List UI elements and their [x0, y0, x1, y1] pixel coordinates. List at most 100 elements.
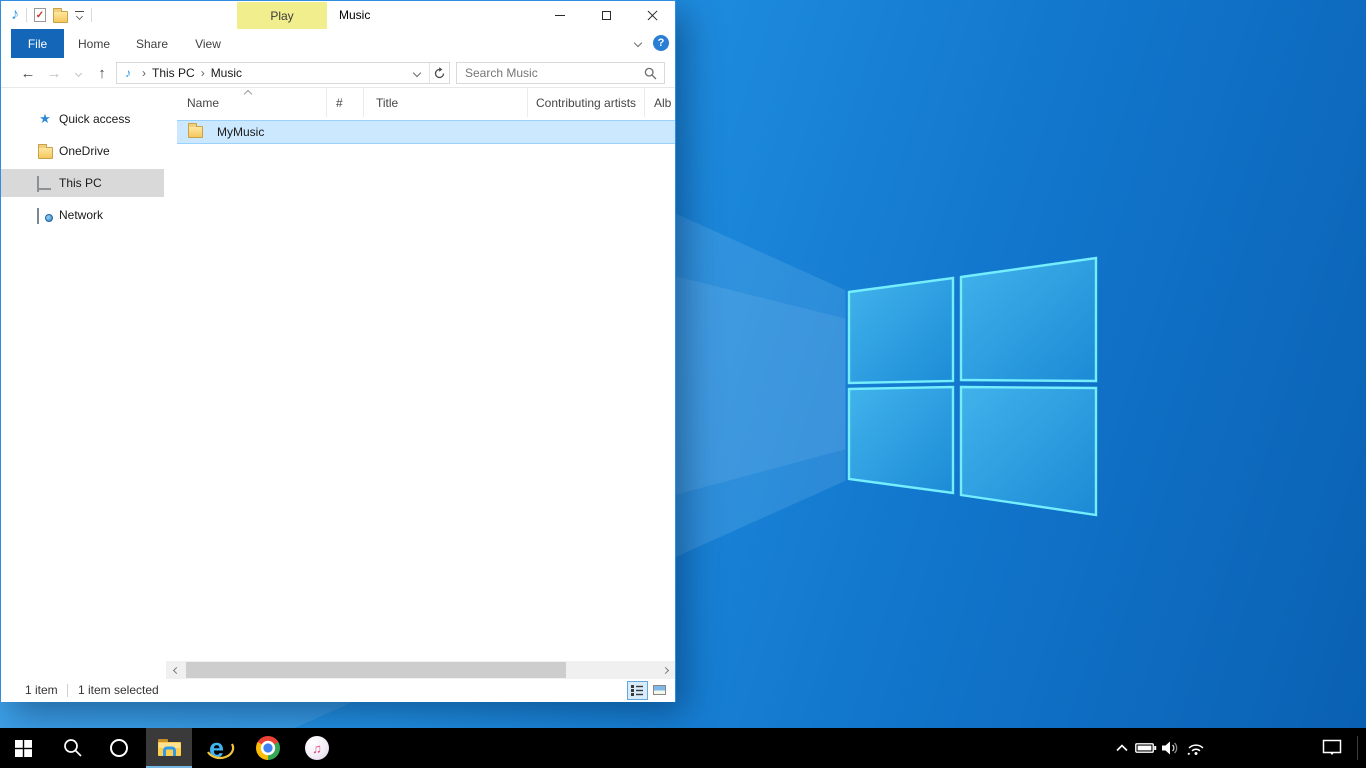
scroll-right-icon[interactable] [657, 661, 673, 679]
taskbar: e ♫ [0, 728, 1366, 768]
details-view-button[interactable] [627, 681, 648, 700]
action-center-icon [1322, 739, 1342, 757]
app-music-icon: ♪ [11, 7, 19, 23]
search-input[interactable] [457, 66, 644, 80]
ribbon-tab-row: File Home Share View Music Tools ? [1, 29, 675, 58]
items-count: 1 item [25, 679, 58, 702]
scroll-left-icon[interactable] [168, 661, 184, 679]
cortana-button[interactable] [96, 728, 142, 768]
window-controls [537, 1, 675, 29]
new-folder-icon[interactable] [53, 11, 68, 23]
window-title: Music [339, 1, 370, 29]
sidebar-item-network[interactable]: Network [1, 201, 164, 229]
sidebar-item-label: This PC [59, 176, 102, 190]
column-header-title[interactable]: Title [364, 88, 528, 117]
battery-tray-button[interactable] [1134, 728, 1158, 768]
recent-locations-icon[interactable] [69, 58, 87, 88]
sidebar-item-label: OneDrive [59, 144, 110, 158]
itunes-button[interactable]: ♫ [294, 728, 340, 768]
help-icon[interactable]: ? [653, 35, 669, 51]
show-hidden-icons-button[interactable] [1112, 728, 1132, 768]
network-tray-button[interactable] [1184, 728, 1208, 768]
windows-start-icon [15, 740, 32, 757]
address-dropdown-icon[interactable] [405, 63, 429, 83]
cortana-circle-icon [109, 738, 129, 758]
column-header-contributing-artists[interactable]: Contributing artists [528, 88, 645, 117]
desktop: ♪ ✓ Play Music File Home Share Vi [0, 0, 1366, 768]
selected-count: 1 item selected [78, 679, 159, 702]
back-icon[interactable]: ← [17, 58, 39, 88]
file-explorer-taskbar-button[interactable] [146, 728, 192, 768]
tab-view[interactable]: View [185, 29, 231, 58]
tab-share[interactable]: Share [129, 29, 175, 58]
file-list-pane: Name # Title Contributing artists Alb [166, 88, 675, 679]
itunes-icon: ♫ [305, 736, 329, 760]
customize-qat-dropdown-icon[interactable] [75, 11, 84, 19]
volume-tray-button[interactable] [1158, 728, 1182, 768]
title-bar[interactable]: ♪ ✓ Play Music [1, 1, 675, 29]
collapse-ribbon-icon[interactable] [634, 39, 642, 47]
navigation-pane: ★ Quick access OneDrive This PC [1, 88, 166, 679]
search-icon[interactable] [644, 67, 657, 80]
properties-icon[interactable]: ✓ [34, 8, 46, 22]
sort-ascending-icon [244, 90, 252, 98]
column-header-number[interactable]: # [327, 88, 364, 117]
onedrive-folder-icon [37, 144, 53, 159]
close-icon [647, 10, 658, 21]
sidebar-item-label: Network [59, 208, 103, 222]
address-bar[interactable]: ♪ › This PC › Music [116, 62, 450, 84]
quick-access-toolbar: ♪ ✓ [11, 1, 92, 29]
sidebar-item-quick-access[interactable]: ★ Quick access [1, 105, 164, 133]
this-pc-monitor-icon [37, 177, 53, 190]
wifi-icon [1186, 740, 1206, 756]
speaker-icon [1161, 740, 1179, 756]
close-button[interactable] [629, 1, 675, 29]
breadcrumb-chevron-icon: › [142, 66, 146, 80]
up-icon[interactable]: ↑ [91, 58, 113, 88]
sidebar-item-this-pc[interactable]: This PC [1, 169, 164, 197]
breadcrumb-chevron-icon: › [201, 66, 205, 80]
breadcrumb-music[interactable]: Music [211, 66, 242, 80]
folder-icon [188, 126, 203, 138]
scrollbar-thumb[interactable] [186, 662, 566, 678]
search-box[interactable] [456, 62, 665, 84]
column-label: Title [376, 96, 398, 110]
file-row-mymusic[interactable]: MyMusic [177, 120, 675, 144]
refresh-icon[interactable] [429, 63, 449, 83]
column-header-name[interactable]: Name [166, 88, 327, 117]
breadcrumb-this-pc[interactable]: This PC [152, 66, 195, 80]
column-label: Name [187, 96, 219, 110]
ribbon-group-play[interactable]: Play [237, 2, 327, 30]
navigation-bar: ← → ↑ ♪ › This PC › Music [1, 58, 675, 88]
column-label: # [336, 96, 343, 110]
tab-home[interactable]: Home [71, 29, 117, 58]
sidebar-item-label: Quick access [59, 112, 130, 126]
show-desktop-button[interactable] [1357, 736, 1358, 760]
large-icons-view-icon [653, 685, 666, 695]
file-name: MyMusic [217, 125, 264, 139]
status-bar: 1 item 1 item selected [1, 679, 675, 702]
sidebar-item-onedrive[interactable]: OneDrive [1, 137, 164, 165]
battery-icon [1135, 741, 1157, 755]
large-icons-view-button[interactable] [650, 681, 669, 698]
quick-access-star-icon: ★ [37, 111, 53, 127]
separator [67, 684, 68, 697]
start-button[interactable] [0, 728, 46, 768]
window-body: ★ Quick access OneDrive This PC [1, 88, 675, 679]
maximize-button[interactable] [583, 1, 629, 29]
network-icon [37, 209, 53, 222]
separator [91, 8, 92, 22]
column-header-album[interactable]: Alb [645, 88, 675, 117]
chrome-button[interactable] [245, 728, 291, 768]
taskbar-search-button[interactable] [50, 728, 96, 768]
minimize-icon [555, 15, 565, 16]
internet-explorer-button[interactable]: e [197, 728, 243, 768]
horizontal-scrollbar[interactable] [166, 661, 675, 679]
separator [26, 8, 27, 22]
tab-file[interactable]: File [11, 29, 64, 58]
action-center-button[interactable] [1318, 728, 1346, 768]
file-explorer-window: ♪ ✓ Play Music File Home Share Vi [0, 0, 676, 702]
minimize-button[interactable] [537, 1, 583, 29]
forward-icon: → [43, 58, 65, 88]
search-icon [63, 738, 83, 758]
